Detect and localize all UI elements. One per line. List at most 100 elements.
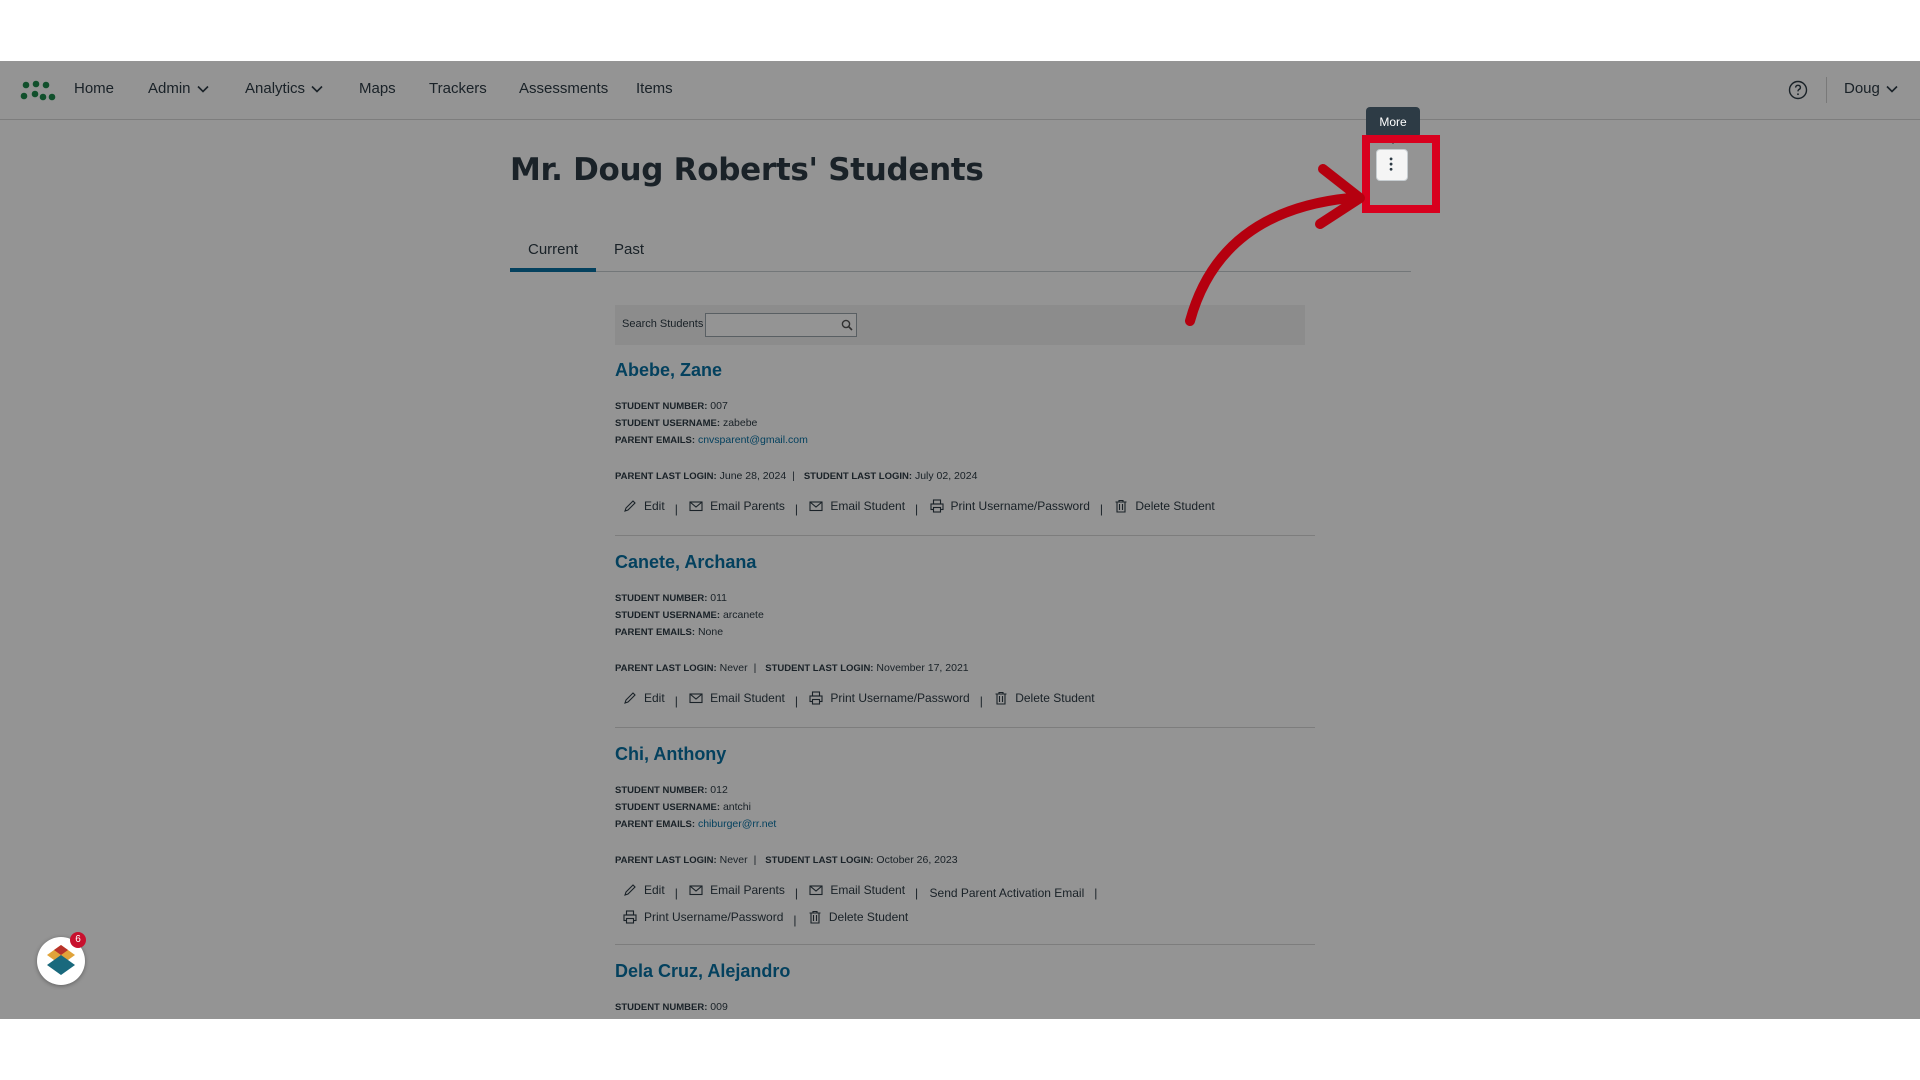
parent-email-link[interactable]: chiburger@rr.net bbox=[698, 818, 776, 830]
edit-button[interactable]: Edit bbox=[623, 686, 665, 710]
login-info: PARENT LAST LOGIN: Never | STUDENT LAST L… bbox=[615, 661, 1315, 676]
student-last-login: November 17, 2021 bbox=[876, 662, 969, 674]
field-label: STUDENT USERNAME: bbox=[615, 802, 721, 813]
student-number: 011 bbox=[710, 592, 728, 604]
delete-student-button[interactable]: Delete Student bbox=[808, 905, 908, 929]
tab-current[interactable]: Current bbox=[509, 241, 597, 272]
delete-student-button[interactable]: Delete Student bbox=[1114, 494, 1215, 518]
student-number-row: STUDENT NUMBER: 012 bbox=[615, 782, 1315, 799]
delete-student-button[interactable]: Delete Student bbox=[994, 686, 1095, 710]
envelope-icon bbox=[809, 885, 823, 896]
envelope-icon bbox=[689, 885, 703, 896]
edit-button[interactable]: Edit bbox=[623, 878, 665, 902]
pencil-icon bbox=[624, 884, 636, 896]
search-label: Search Students bbox=[622, 318, 704, 330]
action-row: Print Username/Password | Delete Student bbox=[615, 905, 1315, 932]
field-label: PARENT LAST LOGIN: bbox=[615, 663, 717, 674]
student-last-login: July 02, 2024 bbox=[914, 470, 978, 482]
print-credentials-button[interactable]: Print Username/Password bbox=[623, 905, 783, 929]
separator: | bbox=[794, 694, 798, 708]
student-card: Abebe, Zane STUDENT NUMBER: 007 STUDENT … bbox=[615, 357, 1315, 536]
action-label: Delete Student bbox=[828, 910, 909, 924]
student-card: Chi, Anthony STUDENT NUMBER: 012 STUDENT… bbox=[615, 741, 1315, 945]
action-label: Email Parents bbox=[710, 499, 785, 513]
student-list: Abebe, Zane STUDENT NUMBER: 007 STUDENT … bbox=[615, 357, 1315, 1016]
search-icon[interactable] bbox=[841, 319, 853, 331]
nav-home[interactable]: Home bbox=[74, 80, 114, 97]
student-fields: STUDENT NUMBER: 009 bbox=[615, 999, 1315, 1016]
email-parents-button[interactable]: Email Parents bbox=[689, 878, 785, 902]
student-username: antchi bbox=[722, 801, 751, 813]
action-label: Edit bbox=[644, 499, 665, 513]
student-name-link[interactable]: Dela Cruz, Alejandro bbox=[615, 958, 1315, 983]
envelope-icon bbox=[809, 501, 823, 512]
student-fields: STUDENT NUMBER: 012 STUDENT USERNAME: an… bbox=[615, 782, 1315, 833]
student-name-link[interactable]: Canete, Archana bbox=[615, 549, 1315, 574]
print-credentials-button[interactable]: Print Username/Password bbox=[929, 494, 1090, 518]
nav-items[interactable]: Items bbox=[636, 80, 673, 97]
separator: | bbox=[753, 854, 757, 866]
student-fields: STUDENT NUMBER: 007 STUDENT USERNAME: za… bbox=[615, 398, 1315, 449]
student-number: 007 bbox=[710, 400, 728, 412]
search-input[interactable] bbox=[705, 313, 857, 337]
student-username: zabebe bbox=[722, 417, 758, 429]
student-name-link[interactable]: Chi, Anthony bbox=[615, 741, 1315, 766]
separator: | bbox=[915, 502, 919, 516]
trash-icon bbox=[809, 910, 821, 924]
student-username: arcanete bbox=[722, 609, 764, 621]
login-info: PARENT LAST LOGIN: June 28, 2024 | STUDEN… bbox=[615, 469, 1315, 484]
action-label: Edit bbox=[644, 883, 665, 897]
student-number: 012 bbox=[710, 784, 728, 796]
email-student-button[interactable]: Email Student bbox=[809, 878, 905, 902]
separator: | bbox=[794, 886, 798, 900]
edit-button[interactable]: Edit bbox=[623, 494, 665, 518]
separator: | bbox=[674, 502, 678, 516]
student-name-link[interactable]: Abebe, Zane bbox=[615, 357, 1315, 382]
send-activation-email-button[interactable]: Send Parent Activation Email bbox=[930, 881, 1085, 905]
chevron-down-icon bbox=[311, 85, 323, 93]
envelope-icon bbox=[689, 693, 703, 704]
parent-emails-row: PARENT EMAILS: None bbox=[615, 624, 1315, 641]
action-label: Email Student bbox=[710, 691, 785, 705]
login-info: PARENT LAST LOGIN: Never | STUDENT LAST L… bbox=[615, 853, 1315, 868]
email-parents-button[interactable]: Email Parents bbox=[689, 494, 785, 518]
email-student-button[interactable]: Email Student bbox=[809, 494, 905, 518]
field-label: PARENT LAST LOGIN: bbox=[615, 855, 717, 866]
printer-icon bbox=[623, 910, 637, 924]
separator: | bbox=[1094, 886, 1098, 900]
action-label: Edit bbox=[644, 691, 665, 705]
chevron-down-icon bbox=[1886, 85, 1898, 93]
student-actions: Edit | Email Student | Print Username/Pass… bbox=[615, 686, 1315, 725]
field-label: PARENT EMAILS: bbox=[615, 819, 696, 830]
parent-last-login: Never bbox=[719, 854, 748, 866]
field-label: PARENT EMAILS: bbox=[615, 627, 696, 638]
action-label: Print Username/Password bbox=[830, 691, 970, 705]
field-label: STUDENT NUMBER: bbox=[615, 593, 708, 604]
nav-admin[interactable]: Admin bbox=[148, 80, 209, 97]
top-navigation: Home Admin Analytics Maps Trackers Asses… bbox=[0, 61, 1920, 120]
field-label: STUDENT LAST LOGIN: bbox=[765, 855, 874, 866]
student-username-row: STUDENT USERNAME: arcanete bbox=[615, 607, 1315, 624]
app-logo-icon[interactable] bbox=[20, 79, 56, 103]
nav-analytics[interactable]: Analytics bbox=[245, 80, 323, 97]
parent-email-link[interactable]: cnvsparent@gmail.com bbox=[698, 434, 808, 446]
field-label: STUDENT USERNAME: bbox=[615, 610, 721, 621]
separator: | bbox=[674, 694, 678, 708]
separator: | bbox=[753, 662, 757, 674]
separator: | bbox=[1099, 502, 1104, 516]
help-icon[interactable] bbox=[1788, 80, 1808, 100]
page-title: Mr. Doug Roberts' Students bbox=[510, 152, 984, 188]
pointer-arrow-icon bbox=[1185, 164, 1365, 326]
print-credentials-button[interactable]: Print Username/Password bbox=[809, 686, 970, 710]
student-number-row: STUDENT NUMBER: 011 bbox=[615, 590, 1315, 607]
nav-maps[interactable]: Maps bbox=[359, 80, 396, 97]
separator: | bbox=[793, 913, 797, 927]
nav-assessments[interactable]: Assessments bbox=[519, 80, 608, 97]
nav-trackers[interactable]: Trackers bbox=[429, 80, 487, 97]
field-label: PARENT EMAILS: bbox=[615, 435, 696, 446]
separator: | bbox=[674, 886, 678, 900]
parent-emails-row: PARENT EMAILS: chiburger@rr.net bbox=[615, 816, 1315, 833]
tab-past[interactable]: Past bbox=[614, 241, 644, 258]
email-student-button[interactable]: Email Student bbox=[689, 686, 785, 710]
user-menu[interactable]: Doug bbox=[1844, 80, 1898, 97]
